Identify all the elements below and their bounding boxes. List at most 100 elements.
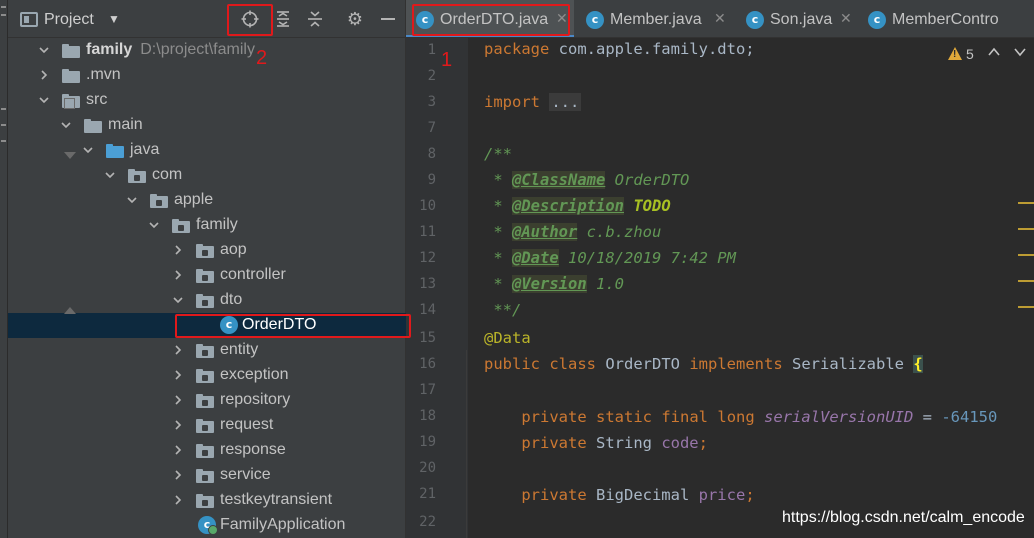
fold-expand-icon[interactable] [64,98,75,109]
tree-item[interactable]: aop [8,238,406,263]
tree-item[interactable]: main [8,113,406,138]
chevron-down-icon[interactable] [126,194,138,206]
doc-comment: * [484,171,512,189]
tree-item[interactable]: .mvn [8,63,406,88]
line-number[interactable]: 17 [406,382,436,398]
error-stripe-marker[interactable] [1018,280,1034,282]
chevron-right-icon[interactable] [172,269,184,281]
folded-imports[interactable]: ... [549,93,582,111]
error-stripe-marker[interactable] [1018,202,1034,204]
chevron-down-icon[interactable] [60,119,72,131]
code-line-13: * @Version 1.0 [484,275,624,301]
warning-icon [948,47,962,60]
line-number[interactable]: 16 [406,356,436,372]
locate-file-button[interactable] [239,8,261,30]
code-line-16: public class OrderDTO implements Seriali… [484,355,923,381]
tree-item[interactable]: testkeytransient [8,488,406,513]
line-number[interactable]: 2 [406,68,436,84]
line-number[interactable]: 11 [406,224,436,240]
tree-item[interactable]: response [8,438,406,463]
line-number[interactable]: 22 [406,514,436,530]
tree-item[interactable]: com [8,163,406,188]
chevron-down-icon[interactable]: ▼ [108,12,120,26]
line-number[interactable]: 19 [406,434,436,450]
tree-item[interactable]: apple [8,188,406,213]
line-number[interactable]: 12 [406,250,436,266]
settings-button[interactable]: ⚙ [344,8,366,30]
collapse-all-button[interactable] [304,8,326,30]
chevron-down-icon[interactable] [172,294,184,306]
chevron-right-icon[interactable] [172,244,184,256]
line-number[interactable]: 21 [406,486,436,502]
project-folder-icon [20,12,38,27]
tree-item[interactable]: controller [8,263,406,288]
tab-son-java[interactable]: c Son.java ✕ [736,0,858,37]
chevron-right-icon[interactable] [172,469,184,481]
tree-item[interactable]: request [8,413,406,438]
project-tool-window: Project ▼ ⚙ family D:\project\family .mvn s… [8,0,406,538]
line-number[interactable]: 13 [406,276,436,292]
line-number[interactable]: 15 [406,330,436,346]
tree-item[interactable]: c OrderDTO [8,313,406,338]
hide-panel-button[interactable] [377,8,399,30]
line-number[interactable]: 18 [406,408,436,424]
tree-item[interactable]: repository [8,388,406,413]
line-number[interactable]: 3 [406,94,436,110]
collapse-all-icon [308,11,322,27]
line-number[interactable]: 20 [406,460,436,476]
editor-gutter[interactable]: 1 2 3 7 8 9 10 11 12 13 14 15 16 17 18 19 20 21 22 [406,38,468,538]
tree-item[interactable]: c FamilyApplication [8,513,406,538]
chevron-right-icon[interactable] [38,69,50,81]
error-stripe-marker[interactable] [1018,254,1034,256]
tree-item[interactable]: exception [8,363,406,388]
close-icon[interactable]: ✕ [714,10,726,27]
chevron-right-icon[interactable] [172,444,184,456]
chevron-down-icon[interactable] [38,94,50,106]
error-stripe-marker[interactable] [1018,228,1034,230]
tree-item-name: request [220,416,274,433]
tree-item[interactable]: service [8,463,406,488]
fold-end-icon[interactable] [64,307,76,314]
chevron-right-icon[interactable] [172,419,184,431]
chevron-up-icon[interactable] [987,45,1001,59]
tree-item[interactable]: java [8,138,406,163]
package-icon [196,493,214,508]
chevron-right-icon[interactable] [172,394,184,406]
expand-all-button[interactable] [272,8,294,30]
tab-orderdto-java[interactable]: c OrderDTO.java ✕ [406,0,574,37]
chevron-down-icon[interactable] [148,219,160,231]
tree-item[interactable]: entity [8,338,406,363]
chevron-down-icon[interactable] [82,144,94,156]
class-icon: c [416,11,434,29]
line-number[interactable]: 8 [406,146,436,162]
tab-membercontroller-java[interactable]: c MemberContro [858,0,1034,37]
line-number[interactable]: 10 [406,198,436,214]
tool-window-strip[interactable] [0,0,8,538]
chevron-down-icon[interactable] [1013,45,1027,59]
close-icon[interactable]: ✕ [840,10,852,27]
line-number[interactable]: 1 [406,42,436,58]
chevron-down-icon[interactable] [38,44,50,56]
error-stripe-marker[interactable] [1018,306,1034,308]
keyword: private [521,486,587,504]
doc-tag: @Author [512,223,578,241]
chevron-down-icon[interactable] [104,169,116,181]
tree-item-name: family [86,41,133,58]
line-number[interactable]: 9 [406,172,436,188]
close-icon[interactable]: ✕ [556,10,568,27]
line-number[interactable]: 14 [406,302,436,318]
tab-member-java[interactable]: c Member.java ✕ [576,0,732,37]
project-view-title[interactable]: Project [44,11,94,29]
tree-item[interactable]: family D:\project\family [8,38,406,63]
keyword: private [521,434,587,452]
editor-tab-bar: c OrderDTO.java ✕ c Member.java ✕ c Son.… [406,0,1034,38]
chevron-right-icon[interactable] [172,344,184,356]
tree-item[interactable]: family [8,213,406,238]
chevron-right-icon[interactable] [172,369,184,381]
line-number[interactable]: 7 [406,120,436,136]
tab-label: Son.java [770,11,833,28]
chevron-right-icon[interactable] [172,494,184,506]
fold-collapse-icon[interactable] [64,152,76,159]
todo-marker: TODO [633,197,671,215]
tab-label: Member.java [610,11,702,28]
